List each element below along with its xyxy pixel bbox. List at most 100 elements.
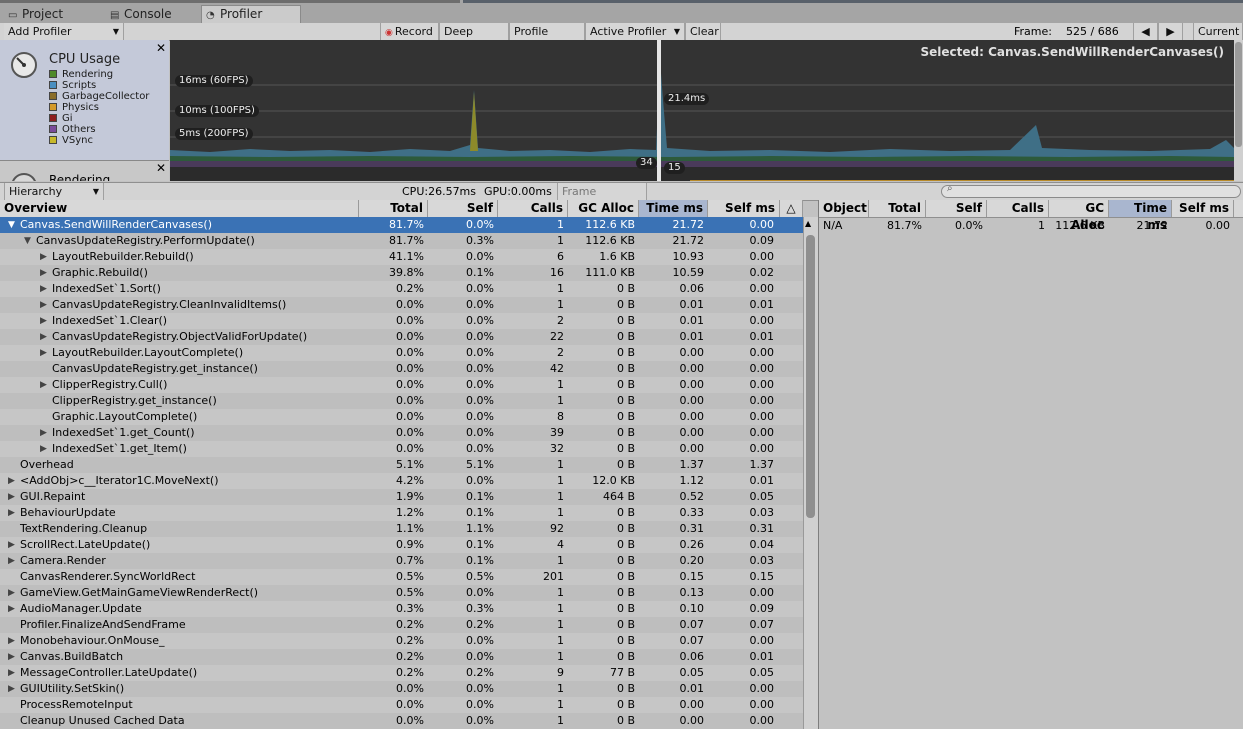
active-profiler-dropdown[interactable]: Active Profiler ▼ — [585, 23, 685, 40]
expand-right-icon[interactable]: ▶ — [40, 313, 50, 329]
legend-item[interactable]: Gi — [49, 113, 73, 124]
expand-right-icon[interactable]: ▶ — [40, 265, 50, 281]
frame-cursor[interactable] — [657, 40, 661, 181]
table-row[interactable]: ▶ IndexedSet`1.get_Item() 0.0% 0.0% 32 0 B 0.0… — [0, 441, 803, 457]
table-row[interactable]: ▶ GUI.Repaint 1.9% 0.1% 1 464 B 0.52 0.05 — [0, 489, 803, 505]
frame-debugger-button[interactable]: Frame Debugger — [557, 183, 647, 215]
tab-profiler[interactable]: ◔ Profiler — [201, 5, 301, 24]
col-gc-alloc[interactable]: GC Alloc — [568, 200, 639, 217]
table-row[interactable]: ▼ CanvasUpdateRegistry.PerformUpdate() 81.… — [0, 233, 803, 249]
expand-right-icon[interactable]: ▶ — [40, 345, 50, 361]
table-row[interactable]: Graphic.LayoutComplete() 0.0% 0.0% 8 0 B 0.00… — [0, 409, 803, 425]
table-row[interactable]: ▶ LayoutRebuilder.LayoutComplete() 0.0% 0.0… — [0, 345, 803, 361]
prev-frame-button[interactable]: ◀ — [1133, 23, 1158, 40]
table-row[interactable]: Overhead 5.1% 5.1% 1 0 B 1.37 1.37 — [0, 457, 803, 473]
legend-item[interactable]: Physics — [49, 102, 99, 113]
expand-right-icon[interactable]: ▶ — [8, 553, 18, 569]
deep-profile-button[interactable]: Deep Profile — [439, 23, 509, 55]
expand-down-icon[interactable]: ▼ — [8, 217, 18, 233]
table-row[interactable]: ▶ GameView.GetMainGameViewRenderRect() 0.5… — [0, 585, 803, 601]
table-row[interactable]: ▶ BehaviourUpdate 1.2% 0.1% 1 0 B 0.33 0.03 — [0, 505, 803, 521]
table-row[interactable]: ClipperRegistry.get_instance() 0.0% 0.0% 1 0… — [0, 393, 803, 409]
close-icon[interactable]: ✕ — [156, 41, 166, 55]
col-time-ms[interactable]: Time ms — [1109, 200, 1172, 232]
legend-item[interactable]: Others — [49, 124, 96, 135]
table-row[interactable]: ▶ IndexedSet`1.Sort() 0.2% 0.0% 1 0 B 0.06 0.00 — [0, 281, 803, 297]
table-row[interactable]: ▶ ScrollRect.LateUpdate() 0.9% 0.1% 4 0 B 0.26… — [0, 537, 803, 553]
record-button[interactable]: ◉ Record — [380, 23, 439, 40]
expand-down-icon[interactable]: ▼ — [24, 233, 34, 249]
col-overview[interactable]: Overview — [0, 200, 359, 217]
table-row[interactable]: ▶ GUIUtility.SetSkin() 0.0% 0.0% 1 0 B 0.01 0.0… — [0, 681, 803, 697]
expand-right-icon[interactable]: ▶ — [8, 633, 18, 649]
col-time-ms[interactable]: Time ms — [639, 200, 708, 217]
table-row[interactable]: Cleanup Unused Cached Data 0.0% 0.0% 1 0 B 0.… — [0, 713, 803, 729]
table-row[interactable]: CanvasUpdateRegistry.get_instance() 0.0% 0… — [0, 361, 803, 377]
next-frame-button[interactable]: ▶ — [1158, 23, 1183, 40]
table-row[interactable]: Profiler.FinalizeAndSendFrame 0.2% 0.2% 1 0 … — [0, 617, 803, 633]
table-row[interactable]: ▶ IndexedSet`1.get_Count() 0.0% 0.0% 39 0 B 0.… — [0, 425, 803, 441]
tab-console[interactable]: ▤ Console — [106, 6, 200, 23]
expand-right-icon[interactable]: ▶ — [8, 505, 18, 521]
tab-project[interactable]: ▭ Project — [4, 6, 98, 23]
expand-right-icon[interactable]: ▶ — [8, 537, 18, 553]
expand-right-icon[interactable]: ▶ — [40, 329, 50, 345]
table-row[interactable]: TextRendering.Cleanup 1.1% 1.1% 92 0 B 0.31 0.… — [0, 521, 803, 537]
scroll-up-icon[interactable]: ▲ — [805, 219, 811, 228]
table-row[interactable]: CanvasRenderer.SyncWorldRect 0.5% 0.5% 201 0… — [0, 569, 803, 585]
col-total[interactable]: Total — [869, 200, 926, 217]
add-profiler-dropdown[interactable]: Add Profiler ▼ — [4, 23, 124, 40]
chart-scrollbar[interactable] — [1234, 40, 1243, 181]
table-row[interactable]: ▶ AudioManager.Update 0.3% 0.3% 1 0 B 0.10 0.09 — [0, 601, 803, 617]
table-row[interactable]: ▶ Graphic.Rebuild() 39.8% 0.1% 16 111.0 KB 10.… — [0, 265, 803, 281]
table-row[interactable]: ▶ CanvasUpdateRegistry.ObjectValidForUpda… — [0, 329, 803, 345]
expand-right-icon[interactable]: ▶ — [40, 425, 50, 441]
col-calls[interactable]: Calls — [498, 200, 568, 217]
expand-right-icon[interactable]: ▶ — [8, 473, 18, 489]
legend-item[interactable]: Scripts — [49, 80, 96, 91]
expand-right-icon[interactable]: ▶ — [40, 297, 50, 313]
cpu-usage-chart[interactable]: 16ms (60FPS) 10ms (100FPS) 5ms (200FPS) … — [170, 40, 1234, 181]
expand-right-icon[interactable]: ▶ — [8, 665, 18, 681]
table-row[interactable]: ▶ ClipperRegistry.Cull() 0.0% 0.0% 1 0 B 0.00 0… — [0, 377, 803, 393]
table-row[interactable]: ▶ IndexedSet`1.Clear() 0.0% 0.0% 2 0 B 0.01 0.0… — [0, 313, 803, 329]
expand-right-icon[interactable]: ▶ — [40, 377, 50, 393]
table-row[interactable]: ▶ Camera.Render 0.7% 0.1% 1 0 B 0.20 0.03 — [0, 553, 803, 569]
expand-right-icon[interactable]: ▶ — [8, 681, 18, 697]
table-row[interactable]: ▶ LayoutRebuilder.Rebuild() 41.1% 0.0% 6 1.6 … — [0, 249, 803, 265]
col-calls[interactable]: Calls — [987, 200, 1049, 217]
table-row[interactable]: ▼ Canvas.SendWillRenderCanvases() 81.7% 0.0… — [0, 217, 803, 233]
legend-item[interactable]: GarbageCollector — [49, 91, 149, 102]
col-self-ms[interactable]: Self ms — [1172, 200, 1234, 217]
table-row[interactable]: ▶ Canvas.BuildBatch 0.2% 0.0% 1 0 B 0.06 0.01 — [0, 649, 803, 665]
hierarchy-scrollbar-thumb[interactable] — [806, 235, 815, 518]
clear-button[interactable]: Clear — [685, 23, 721, 40]
close-icon[interactable]: ✕ — [156, 161, 166, 175]
expand-right-icon[interactable]: ▶ — [40, 281, 50, 297]
col-gc-alloc[interactable]: GC Alloc — [1049, 200, 1109, 232]
col-self-ms[interactable]: Self ms — [708, 200, 780, 217]
col-self[interactable]: Self — [428, 200, 498, 217]
expand-right-icon[interactable]: ▶ — [40, 249, 50, 265]
expand-right-icon[interactable]: ▶ — [8, 601, 18, 617]
expand-right-icon[interactable]: ▶ — [8, 489, 18, 505]
legend-item[interactable]: Rendering — [49, 69, 113, 80]
detail-row[interactable]: N/A 81.7% 0.0% 1 112.6 KB 21.72 0.00 — [819, 218, 1243, 234]
chart-scrollbar-thumb[interactable] — [1235, 42, 1242, 147]
cpu-usage-legend[interactable]: CPU Usage ✕ Rendering Scripts GarbageColle… — [0, 40, 169, 161]
expand-right-icon[interactable]: ▶ — [40, 441, 50, 457]
table-row[interactable]: ▶ Monobehaviour.OnMouse_ 0.2% 0.0% 1 0 B 0.07 0… — [0, 633, 803, 649]
table-row[interactable]: ▶ MessageController.LateUpdate() 0.2% 0.2% 9… — [0, 665, 803, 681]
col-self[interactable]: Self — [926, 200, 987, 217]
table-row[interactable]: ProcessRemoteInput 0.0% 0.0% 1 0 B 0.00 0.00 — [0, 697, 803, 713]
col-total[interactable]: Total — [359, 200, 428, 217]
search-input[interactable]: ⌕ — [941, 183, 1241, 198]
rendering-legend[interactable]: Rendering ✕ — [0, 161, 169, 181]
expand-right-icon[interactable]: ▶ — [8, 649, 18, 665]
table-row[interactable]: ▶ CanvasUpdateRegistry.CleanInvalidItems(… — [0, 297, 803, 313]
legend-item[interactable]: VSync — [49, 135, 93, 146]
view-mode-dropdown[interactable]: Hierarchy ▼ — [4, 183, 104, 200]
warning-icon[interactable]: △ — [780, 200, 803, 217]
table-row[interactable]: ▶ <AddObj>c__Iterator1C.MoveNext() 4.2% 0.0… — [0, 473, 803, 489]
hierarchy-scrollbar[interactable]: ▲ — [803, 217, 818, 729]
